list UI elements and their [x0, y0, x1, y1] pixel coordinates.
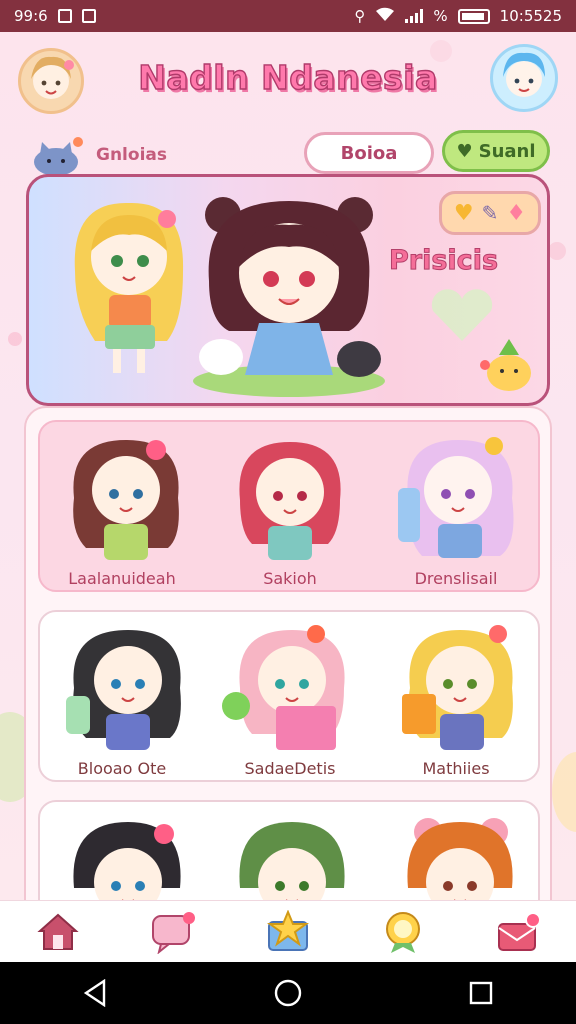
status-clock: 10:5525	[499, 7, 562, 25]
character-name: Drenslisail	[414, 569, 498, 588]
app-notification-icon	[81, 9, 96, 23]
title-part-1: Nadln	[138, 57, 250, 97]
hero-banner[interactable]: ♥ ✎ ♦ Prisicis	[26, 174, 550, 406]
character-row-2: Blooao Ote SadaeDetis Mathiies	[38, 610, 540, 782]
hero-blonde-character	[74, 202, 184, 373]
hero-main-character	[193, 197, 385, 397]
star-icon	[266, 909, 310, 951]
bg-dot	[8, 332, 22, 346]
character-name: SadaeDetis	[244, 759, 336, 778]
character-avatar[interactable]	[216, 428, 366, 568]
character-name: Mathiies	[422, 759, 490, 778]
app-screen: Nadln Ndanesia Gnloias Boioa ♥ Suanl ♥ ✎…	[0, 32, 576, 900]
character-avatar[interactable]	[52, 428, 202, 568]
character-avatar[interactable]	[52, 618, 202, 758]
character-name: Sakioh	[263, 569, 317, 588]
section-subtitle: Gnloias	[96, 145, 167, 165]
action-button-label: Suanl	[478, 140, 536, 162]
gift-icon	[498, 911, 542, 951]
character-row-1: Laalanuideah Sakioh Drenslisail	[38, 420, 540, 592]
medal-icon	[386, 911, 421, 953]
hero-label: Prisicis	[388, 245, 499, 277]
character-avatar[interactable]	[382, 808, 532, 900]
pineapple-mascot-icon	[479, 337, 539, 393]
recents-icon[interactable]	[468, 980, 494, 1006]
cat-mascot-icon	[28, 134, 86, 178]
battery-icon	[457, 8, 490, 24]
character-avatar[interactable]	[382, 618, 532, 758]
character-name: Blooao Ote	[77, 759, 167, 778]
nav-chat[interactable]	[143, 902, 203, 962]
heart-decoration	[429, 289, 495, 343]
status-bar: 99:6 ⚲ % 10:5525	[0, 0, 576, 32]
bottom-nav	[0, 900, 576, 962]
key-icon: ✎	[481, 201, 499, 225]
character-avatar[interactable]	[216, 618, 366, 758]
hero-badge[interactable]: ♥ ✎ ♦	[439, 191, 541, 235]
character-avatar[interactable]	[382, 428, 532, 568]
wifi-icon	[375, 6, 395, 26]
character-list: Laalanuideah Sakioh Drenslisail Blooao O…	[24, 406, 552, 900]
chat-icon	[151, 911, 195, 954]
character-avatar[interactable]	[216, 808, 366, 900]
bg-dot	[548, 242, 566, 260]
character-row-3	[38, 800, 540, 900]
pear-icon: ♦	[506, 200, 527, 226]
nav-favorites[interactable]	[258, 902, 318, 962]
character-name: Laalanuideah	[68, 569, 176, 588]
nav-gifts[interactable]	[488, 902, 548, 962]
home-circle-icon[interactable]	[273, 978, 303, 1008]
title-part-2: Ndanesia	[260, 57, 438, 97]
bell-icon: ♥	[453, 200, 474, 226]
battery-percent: %	[433, 7, 448, 25]
signal-icon	[405, 9, 424, 23]
heart-check-icon: ♥	[456, 140, 473, 162]
friend-avatar[interactable]	[490, 44, 558, 112]
home-icon	[36, 913, 79, 950]
nav-rewards[interactable]	[373, 902, 433, 962]
gallery-notification-icon	[57, 9, 72, 23]
system-nav	[0, 962, 576, 1024]
back-icon[interactable]	[82, 979, 108, 1007]
action-button[interactable]: ♥ Suanl	[442, 130, 550, 172]
location-icon: ⚲	[354, 7, 366, 25]
bg-bush	[552, 752, 576, 832]
search-button[interactable]: Boioa	[304, 132, 434, 174]
nav-home[interactable]	[28, 902, 88, 962]
status-time: 99:6	[14, 7, 48, 25]
character-avatar[interactable]	[52, 808, 202, 900]
